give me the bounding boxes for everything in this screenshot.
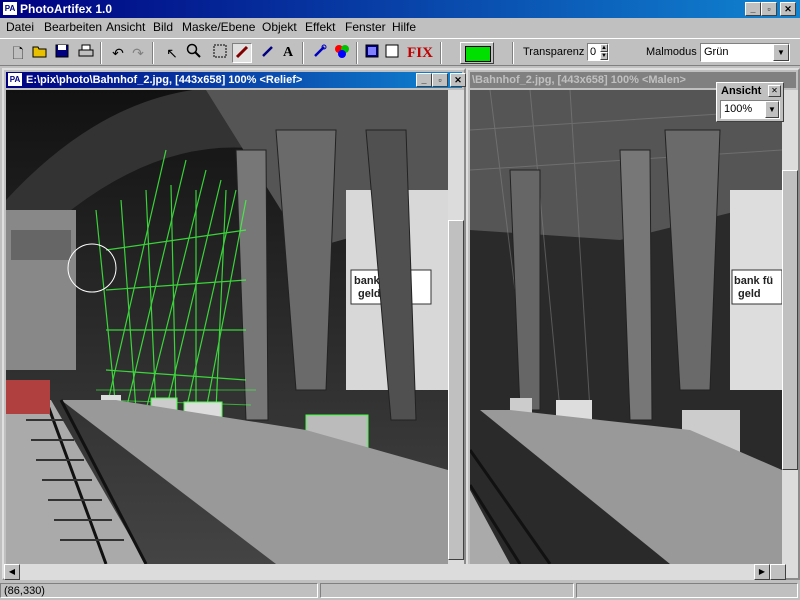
menu-datei[interactable]: Datei xyxy=(6,20,34,34)
menu-bild[interactable]: Bild xyxy=(153,20,173,34)
paint-window-title: \Bahnhof_2.jpg, [443x658] 100% <Malen> xyxy=(472,74,686,86)
wrench-icon[interactable] xyxy=(310,43,330,63)
menu-effekt[interactable]: Effekt xyxy=(305,20,335,34)
redo-icon[interactable]: ↷ xyxy=(128,43,148,63)
zoom-icon[interactable] xyxy=(184,43,204,63)
paint-scroll-thumb[interactable] xyxy=(782,170,798,470)
color-swatch xyxy=(465,46,491,62)
spin-up-icon[interactable]: ▲ xyxy=(600,44,608,52)
status-panel-2 xyxy=(320,583,574,598)
relief-window-title: E:\pix\photo\Bahnhof_2.jpg, [443x658] 10… xyxy=(26,74,303,86)
brush-icon[interactable] xyxy=(232,43,252,63)
relief-minimize-button[interactable]: _ xyxy=(416,73,432,87)
menu-objekt[interactable]: Objekt xyxy=(262,20,297,34)
paint-image-canvas[interactable]: bank fü geld xyxy=(470,90,782,564)
relief-window: PA E:\pix\photo\Bahnhof_2.jpg, [443x658]… xyxy=(2,68,466,580)
menu-bar: Datei Bearbeiten Ansicht Bild Maske/Eben… xyxy=(0,18,800,37)
status-panel-3 xyxy=(576,583,798,598)
new-file-icon[interactable]: 🗋 xyxy=(8,43,28,63)
maximize-button[interactable]: ▫ xyxy=(761,2,777,16)
scroll-right-icon[interactable]: ▶ xyxy=(754,564,770,580)
save-icon[interactable] xyxy=(52,43,72,63)
view-palette-title: Ansicht xyxy=(721,85,762,97)
chevron-down-icon[interactable]: ▼ xyxy=(773,44,789,61)
paint-window: \Bahnhof_2.jpg, [443x658] 100% <Malen> b… xyxy=(466,68,800,580)
color-circles-icon[interactable] xyxy=(332,43,352,63)
eyedropper-icon[interactable] xyxy=(258,43,278,63)
size-grip[interactable] xyxy=(770,564,786,580)
open-folder-icon[interactable] xyxy=(30,43,50,63)
palette-close-icon[interactable]: ✕ xyxy=(768,85,781,97)
doc-icon: PA xyxy=(8,73,22,86)
pointer-icon[interactable]: ↖ xyxy=(162,43,182,63)
app-icon: PA xyxy=(3,2,17,15)
blank-icon[interactable] xyxy=(382,43,402,63)
menu-maske-ebene[interactable]: Maske/Ebene xyxy=(182,20,255,34)
undo-icon[interactable]: ↶ xyxy=(108,43,128,63)
text-icon[interactable]: A xyxy=(278,43,298,63)
menu-fenster[interactable]: Fenster xyxy=(345,20,386,34)
paint-mode-select[interactable]: Grün ▼ xyxy=(700,43,790,62)
zoom-chevron-down-icon[interactable]: ▼ xyxy=(765,101,779,118)
main-horizontal-scrollbar[interactable]: ◀ ▶ xyxy=(4,564,786,580)
paint-mode-label: Malmodus xyxy=(646,46,697,58)
fix-button[interactable]: FIX xyxy=(406,43,434,63)
status-bar: (86,330) xyxy=(0,581,800,600)
relief-maximize-button[interactable]: ▫ xyxy=(432,73,448,87)
minimize-button[interactable]: _ xyxy=(745,2,761,16)
menu-hilfe[interactable]: Hilfe xyxy=(392,20,416,34)
transparency-label: Transparenz xyxy=(523,46,585,58)
relief-image-canvas[interactable]: bank fü geld xyxy=(6,90,448,564)
print-icon[interactable] xyxy=(76,43,96,63)
zoom-select[interactable]: 100% ▼ xyxy=(720,100,780,119)
app-title: PhotoArtifex 1.0 xyxy=(20,2,113,16)
paint-vertical-scrollbar[interactable] xyxy=(782,90,798,564)
relief-window-titlebar: PA E:\pix\photo\Bahnhof_2.jpg, [443x658]… xyxy=(6,72,466,88)
spin-down-icon[interactable]: ▼ xyxy=(600,52,608,60)
menu-bearbeiten[interactable]: Bearbeiten xyxy=(44,20,102,34)
toolbar: 🗋 ↶ ↷ ↖ A FIX Transparenz 0 ▲ ▼ Malmodus… xyxy=(0,38,800,66)
transparency-field[interactable]: 0 ▲ ▼ xyxy=(587,43,609,61)
menu-ansicht[interactable]: Ansicht xyxy=(106,20,145,34)
app-titlebar: PA PhotoArtifex 1.0 _ ▫ ✕ xyxy=(0,0,800,18)
fill-icon[interactable] xyxy=(362,43,382,63)
relief-scroll-thumb[interactable] xyxy=(448,220,464,560)
view-palette: Ansicht ✕ 100% ▼ xyxy=(716,82,784,122)
paint-sign-text-2: geld xyxy=(738,288,761,300)
relief-vertical-scrollbar[interactable] xyxy=(448,90,464,564)
color-picker-button[interactable] xyxy=(460,42,494,64)
relief-close-button[interactable]: ✕ xyxy=(450,73,466,87)
rect-select-icon[interactable] xyxy=(210,43,230,63)
close-button[interactable]: ✕ xyxy=(780,2,796,16)
paint-sign-text-1: bank fü xyxy=(734,275,773,287)
status-coords: (86,330) xyxy=(0,583,318,598)
sign-text-2: geld xyxy=(358,288,381,300)
scroll-left-icon[interactable]: ◀ xyxy=(4,564,20,580)
